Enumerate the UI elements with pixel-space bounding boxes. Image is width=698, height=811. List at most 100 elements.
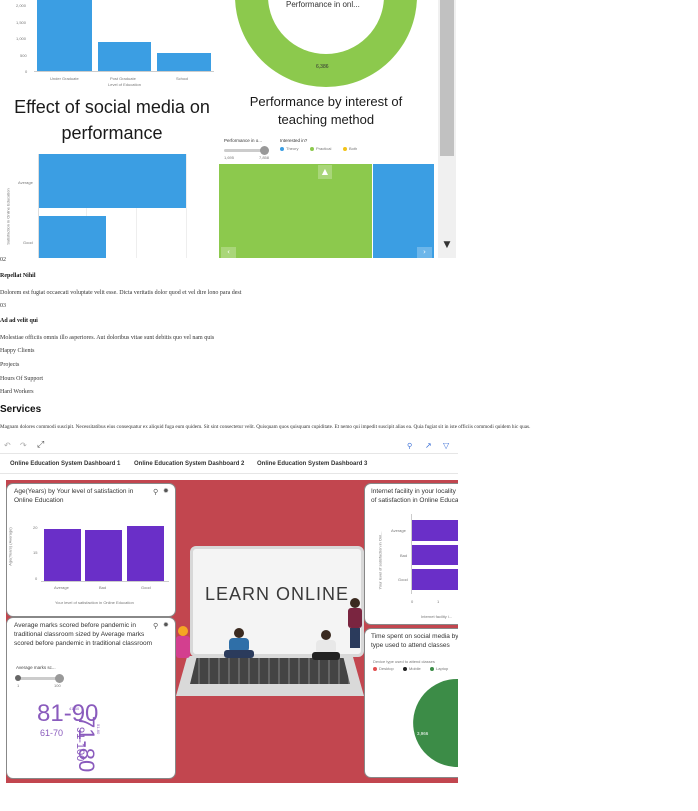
scroll-down-arrow-icon[interactable]: ▼	[440, 238, 454, 252]
performance-donut	[235, 0, 417, 87]
card-title: Average marks scored before pandemic in …	[14, 622, 153, 647]
legend: Desktop Mobile Laptop	[373, 666, 458, 672]
category-label: Average	[54, 585, 69, 590]
pie-slice-laptop[interactable]	[413, 679, 458, 767]
teaching-method-title: Performance by interest of teaching meth…	[249, 94, 403, 127]
tab-dashboard-3[interactable]: Online Education System Dashboard 3	[257, 461, 367, 467]
expand-icon[interactable]: ⤢	[37, 440, 44, 450]
legend-practical[interactable]: Practical	[316, 146, 331, 151]
pin-icon[interactable]: ⚲	[153, 488, 158, 496]
category-label: Average	[391, 528, 406, 533]
slider-handle-left[interactable]	[15, 675, 21, 681]
social-media-chart: Satisfaction in Online Education Average…	[6, 150, 211, 258]
legend-title: Device type used to attend classes	[373, 659, 435, 664]
zoom-icon[interactable]: ⚲	[407, 442, 412, 450]
category-label: Bad	[99, 585, 107, 590]
legend-both[interactable]: Both	[349, 146, 357, 151]
card-title: Time spent on social media by Device typ…	[371, 633, 458, 649]
number-02: 02	[0, 257, 6, 263]
bar-good[interactable]	[39, 216, 106, 258]
bar-average[interactable]	[44, 529, 81, 581]
category-label: Under Graduate	[50, 76, 79, 81]
heading-repellat-nihil: Repellat Nihil	[0, 273, 36, 279]
bar-good[interactable]	[412, 569, 458, 590]
age-satisfaction-card: Age(Years) by Your level of satisfaction…	[6, 483, 176, 617]
filter-icon[interactable]: ▽	[443, 441, 449, 450]
y-axis-label: Your level of satisfaction in Onl...	[377, 531, 383, 590]
tabs-divider	[0, 473, 458, 474]
services-heading: Services	[0, 404, 42, 415]
card-title: Age(Years) by Your level of satisfaction…	[14, 488, 134, 504]
bar-average[interactable]	[412, 520, 458, 541]
bar-post-graduate[interactable]	[98, 42, 151, 71]
donut-value-label: 6,386	[316, 64, 329, 70]
category-label: Good	[23, 240, 33, 245]
services-paragraph: Magnam dolores commodi suscipit. Necessi…	[0, 424, 531, 430]
legend: Theory Practical Both	[280, 146, 370, 152]
redo-icon[interactable]: ↷	[20, 441, 27, 450]
ytick-label: 1,500	[16, 20, 27, 25]
chart-icon[interactable]: ↗	[425, 441, 432, 450]
x-axis-line	[34, 71, 214, 72]
slider-max: 7,858	[259, 155, 270, 160]
slider-handle-right[interactable]	[55, 674, 64, 683]
legend-dot-mobile	[403, 667, 407, 671]
x-axis-line	[41, 581, 169, 582]
legend-dot-practical	[310, 147, 314, 151]
word-41-50[interactable]: 41-50	[69, 706, 79, 711]
tab-dashboard-2[interactable]: Online Education System Dashboard 2	[134, 461, 244, 467]
settings-icon[interactable]: ✹	[163, 621, 169, 629]
gridline	[186, 154, 187, 258]
legend-theory[interactable]: Theory	[286, 146, 298, 151]
stat-hours-support: Hours Of Support	[0, 376, 43, 382]
bar-bad[interactable]	[85, 530, 122, 581]
learn-online-logo: LEARN ONLINE	[204, 584, 350, 604]
scroll-left-icon[interactable]: ‹	[221, 247, 236, 258]
slider-label: Performance in o...	[224, 138, 263, 143]
student-figure-2	[312, 630, 340, 664]
pin-icon[interactable]: ⚲	[153, 622, 158, 630]
scrollbar-thumb[interactable]	[440, 0, 454, 156]
paragraph-2: Molestiae officiis omnis illo asperiores…	[0, 335, 215, 341]
tab-dashboard-1[interactable]: Online Education System Dashboard 1	[10, 461, 120, 467]
teaching-practical-area[interactable]	[219, 164, 372, 258]
legend-title: Interested in?	[280, 138, 308, 143]
chevron-up-icon[interactable]: ▲	[318, 165, 332, 179]
range-slider[interactable]	[224, 146, 269, 155]
ytick-label: 2,000	[16, 3, 27, 8]
y-axis-label: Satisfaction in Online Education	[5, 188, 11, 245]
stat-projects: Projects	[0, 362, 20, 368]
category-label: Good	[141, 585, 151, 590]
legend-dot-laptop	[430, 667, 434, 671]
student-figure-4	[176, 626, 190, 660]
bar-school[interactable]	[157, 53, 211, 71]
legend-mobile[interactable]: Mobile	[409, 666, 421, 671]
bar-good[interactable]	[127, 526, 164, 581]
slider-min: 1	[17, 683, 20, 688]
ytick-label: 0	[35, 576, 38, 581]
slider-handle[interactable]	[260, 146, 269, 155]
student-figure-3	[346, 598, 364, 648]
undo-icon[interactable]: ↶	[4, 441, 11, 450]
teaching-theory-area[interactable]	[373, 164, 434, 258]
internet-facility-card: Internet facility in your locality by Yo…	[364, 483, 458, 625]
word-61-70[interactable]: 61-70	[40, 728, 63, 738]
donut-label: Performance in onl...	[286, 0, 360, 9]
bar-bad[interactable]	[412, 545, 458, 565]
slider-max: 100	[54, 683, 61, 688]
legend-laptop[interactable]: Laptop	[436, 666, 448, 671]
bar-under-graduate[interactable]	[37, 0, 92, 71]
bar-average[interactable]	[39, 154, 186, 208]
legend-desktop[interactable]: Desktop	[379, 666, 394, 671]
settings-icon[interactable]: ✹	[163, 487, 169, 495]
y-axis-label: Age(Years) (Average)	[7, 527, 13, 566]
category-label: Bad	[400, 553, 408, 558]
education-level-chart: 2,000 1,500 1,000 500 0 Under Graduate P…	[10, 0, 215, 92]
ytick-label: 0	[25, 69, 28, 74]
ytick-label: 500	[20, 53, 27, 58]
ytick-label: 20	[33, 525, 38, 530]
xtick-label: 1	[437, 599, 440, 604]
range-slider[interactable]	[15, 674, 64, 683]
scroll-right-icon[interactable]: ›	[417, 247, 432, 258]
x-axis-label: Internet facility i...	[421, 614, 453, 619]
